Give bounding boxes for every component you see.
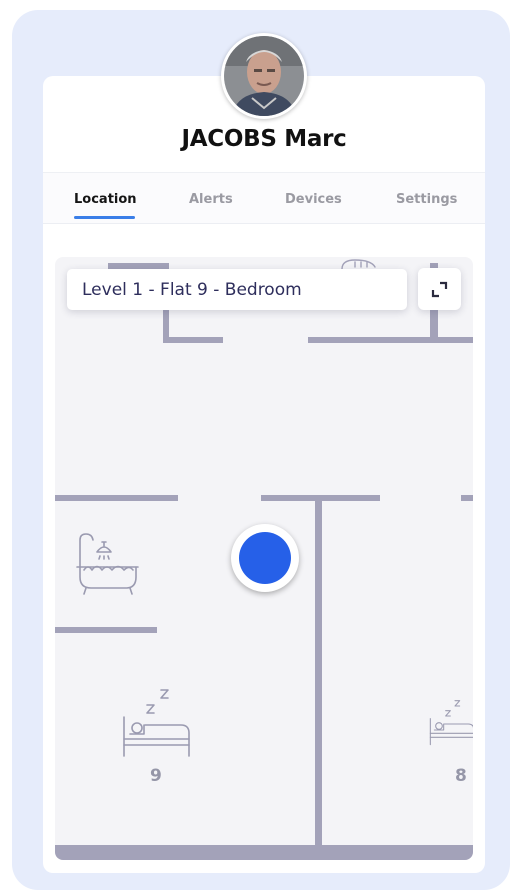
location-label-box: Level 1 - Flat 9 - Bedroom (67, 269, 407, 310)
expand-map-button[interactable] (418, 268, 461, 310)
location-marker-fill (239, 532, 291, 584)
location-label: Level 1 - Flat 9 - Bedroom (82, 280, 302, 300)
user-location-marker[interactable] (231, 524, 299, 592)
active-tab-indicator (74, 216, 135, 219)
user-name: JACOBS Marc (181, 126, 347, 152)
room-number-label: 9 (150, 766, 162, 786)
room-number-label: 8 (455, 766, 467, 786)
avatar (221, 33, 307, 119)
bathtub-icon (76, 533, 139, 595)
tab-alerts[interactable]: Alerts (189, 192, 233, 207)
tab-devices[interactable]: Devices (285, 192, 342, 207)
top-fixture-icon (341, 259, 376, 270)
tab-bar: Location Alerts Devices Settings (43, 172, 485, 224)
expand-icon (431, 281, 448, 298)
bed-icon (429, 700, 473, 746)
bed-icon (123, 689, 190, 757)
tab-location[interactable]: Location (74, 192, 137, 207)
tab-settings[interactable]: Settings (396, 192, 457, 207)
